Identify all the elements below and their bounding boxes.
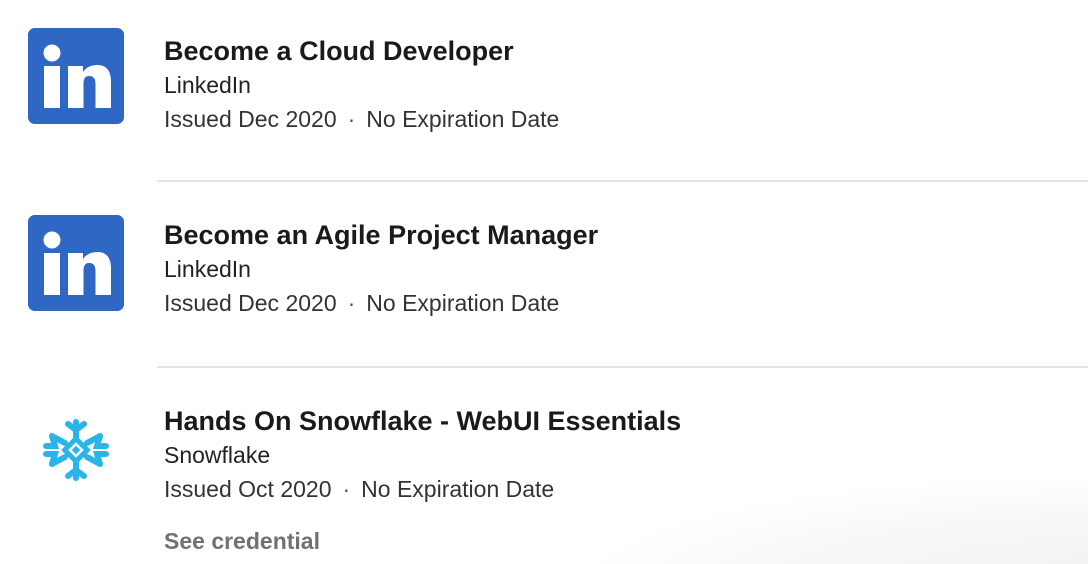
certification-item: Become an Agile Project Manager LinkedIn…: [0, 182, 1088, 368]
certification-issuer: Snowflake: [164, 442, 271, 468]
expiration-date: No Expiration Date: [361, 476, 555, 502]
date-separator: ·: [347, 106, 356, 132]
certification-title[interactable]: Become an Agile Project Manager: [164, 218, 1088, 252]
certification-item: Become a Cloud Developer LinkedIn Issued…: [0, 0, 1088, 182]
snowflake-logo-icon[interactable]: [28, 402, 124, 498]
certification-issuer: LinkedIn: [164, 72, 251, 98]
expiration-date: No Expiration Date: [366, 290, 560, 316]
certification-title[interactable]: Hands On Snowflake - WebUI Essentials: [164, 404, 1088, 438]
linkedin-logo-icon[interactable]: [28, 215, 124, 311]
certification-details: Become a Cloud Developer LinkedIn Issued…: [164, 34, 1088, 136]
certification-dates: Issued Dec 2020 · No Expiration Date: [164, 102, 1088, 136]
issued-date: Issued Dec 2020: [164, 106, 337, 132]
issued-date: Issued Oct 2020: [164, 476, 332, 502]
certification-issuer: LinkedIn: [164, 256, 251, 282]
certification-dates: Issued Dec 2020 · No Expiration Date: [164, 286, 1088, 320]
linkedin-logo-icon[interactable]: [28, 28, 124, 124]
issued-date: Issued Dec 2020: [164, 290, 337, 316]
certification-details: Hands On Snowflake - WebUI Essentials Sn…: [164, 404, 1088, 506]
licenses-certifications-list: Become a Cloud Developer LinkedIn Issued…: [0, 0, 1088, 564]
certification-title[interactable]: Become a Cloud Developer: [164, 34, 1088, 68]
certification-details: Become an Agile Project Manager LinkedIn…: [164, 218, 1088, 320]
date-separator: ·: [347, 290, 356, 316]
certification-item: Hands On Snowflake - WebUI Essentials Sn…: [0, 368, 1088, 564]
certification-dates: Issued Oct 2020 · No Expiration Date: [164, 472, 1088, 506]
date-separator: ·: [342, 476, 351, 502]
expiration-date: No Expiration Date: [366, 106, 560, 132]
see-credential-button[interactable]: See credential: [164, 528, 320, 555]
